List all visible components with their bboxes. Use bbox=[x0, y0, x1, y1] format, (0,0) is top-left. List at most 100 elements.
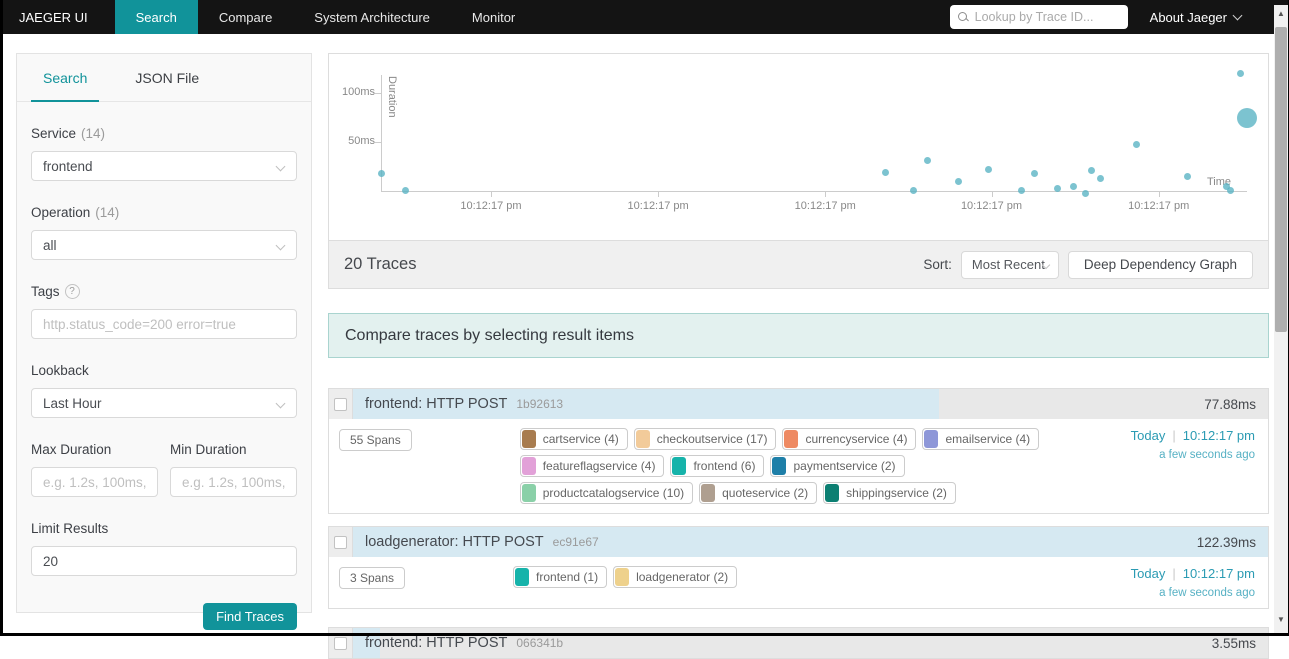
trace-scatter-point[interactable] bbox=[1054, 185, 1061, 192]
service-badges: frontend (1)loadgenerator (2) bbox=[513, 566, 1052, 588]
trace-checkbox-cell bbox=[329, 527, 353, 557]
trace-id: 066341b bbox=[516, 636, 563, 650]
nav-item-monitor[interactable]: Monitor bbox=[451, 0, 536, 34]
service-color-chip bbox=[522, 457, 536, 475]
sort-select[interactable]: Most Recent bbox=[961, 251, 1059, 279]
trace-result-card[interactable]: frontend: HTTP POST066341b 3.55ms bbox=[328, 627, 1269, 659]
trace-scatter-point[interactable] bbox=[1237, 70, 1244, 77]
trace-scatter-point[interactable] bbox=[1184, 173, 1191, 180]
service-badge: checkoutservice (17) bbox=[634, 428, 777, 450]
trace-scatter-point[interactable] bbox=[924, 157, 931, 164]
trace-time[interactable]: 10:12:17 pm bbox=[1183, 566, 1255, 581]
operation-label: Operation bbox=[31, 205, 90, 220]
service-badge: loadgenerator (2) bbox=[613, 566, 737, 588]
help-icon[interactable]: ? bbox=[65, 284, 80, 299]
lookback-select[interactable]: Last Hour bbox=[31, 388, 297, 418]
x-tick bbox=[1159, 191, 1160, 197]
jaeger-logo[interactable]: JAEGER UI bbox=[0, 0, 115, 34]
max-duration-input[interactable]: e.g. 1.2s, 100ms, 500us bbox=[31, 467, 158, 497]
operation-select[interactable]: all bbox=[31, 230, 297, 260]
trace-lookup-placeholder: Lookup by Trace ID... bbox=[975, 10, 1094, 24]
min-duration-input[interactable]: e.g. 1.2s, 100ms, 500us bbox=[170, 467, 297, 497]
service-color-chip bbox=[636, 430, 650, 448]
trace-scatter-point[interactable] bbox=[1082, 190, 1089, 197]
results-panel: Duration Time 100ms50ms10:12:17 pm10:12:… bbox=[328, 53, 1269, 289]
limit-results-input[interactable]: 20 bbox=[31, 546, 297, 576]
trace-relative-time: a few seconds ago bbox=[1112, 587, 1255, 599]
service-color-chip bbox=[772, 457, 786, 475]
service-select[interactable]: frontend bbox=[31, 151, 297, 181]
trace-card-header: loadgenerator: HTTP POSTec91e67 122.39ms bbox=[329, 527, 1268, 557]
x-tick-label: 10:12:17 pm bbox=[780, 200, 870, 212]
service-badge: cartservice (4) bbox=[520, 428, 628, 450]
trace-duration-bar[interactable]: loadgenerator: HTTP POSTec91e67 122.39ms bbox=[353, 527, 1268, 557]
limit-results-value: 20 bbox=[43, 554, 58, 569]
page-scrollbar[interactable]: ▲ ▼ bbox=[1274, 5, 1288, 633]
scroll-down-arrow-icon[interactable]: ▼ bbox=[1274, 613, 1288, 627]
trace-scatter-point[interactable] bbox=[1097, 175, 1104, 182]
trace-scatter-point[interactable] bbox=[378, 170, 385, 177]
lookback-label: Lookback bbox=[31, 363, 89, 378]
chevron-down-icon bbox=[276, 399, 286, 409]
trace-duration: 3.55ms bbox=[1212, 636, 1268, 651]
trace-select-checkbox[interactable] bbox=[334, 637, 347, 650]
scroll-up-arrow-icon[interactable]: ▲ bbox=[1274, 7, 1288, 21]
trace-lookup-input[interactable]: Lookup by Trace ID... bbox=[950, 5, 1128, 29]
trace-scatter-point[interactable] bbox=[402, 187, 409, 194]
trace-duration: 122.39ms bbox=[1197, 535, 1268, 550]
sort-label: Sort: bbox=[923, 257, 952, 272]
service-badge: currencyservice (4) bbox=[782, 428, 916, 450]
trace-select-checkbox[interactable] bbox=[334, 398, 347, 411]
service-color-chip bbox=[784, 430, 798, 448]
service-color-chip bbox=[522, 484, 536, 502]
trace-scatter-point[interactable] bbox=[955, 178, 962, 185]
trace-result-card[interactable]: frontend: HTTP POST1b92613 77.88ms 55 Sp… bbox=[328, 388, 1269, 514]
service-color-chip bbox=[924, 430, 938, 448]
nav-item-compare[interactable]: Compare bbox=[198, 0, 293, 34]
nav-item-system-architecture[interactable]: System Architecture bbox=[293, 0, 451, 34]
trace-scatter-point[interactable] bbox=[1237, 108, 1257, 128]
about-jaeger-menu[interactable]: About Jaeger bbox=[1150, 0, 1241, 34]
trace-scatter-point[interactable] bbox=[985, 166, 992, 173]
deep-dependency-graph-button[interactable]: Deep Dependency Graph bbox=[1068, 251, 1253, 279]
sidebar-tab-search[interactable]: Search bbox=[31, 54, 99, 101]
trace-duration-bar[interactable]: frontend: HTTP POST1b92613 77.88ms bbox=[353, 389, 1268, 419]
trace-scatter-point[interactable] bbox=[1018, 187, 1025, 194]
y-axis-title: Duration bbox=[386, 76, 398, 118]
scrollbar-thumb[interactable] bbox=[1275, 27, 1287, 332]
operation-select-value: all bbox=[43, 238, 57, 253]
nav-item-search[interactable]: Search bbox=[115, 0, 198, 34]
trace-scatter-point[interactable] bbox=[1031, 170, 1038, 177]
trace-date: Today bbox=[1131, 428, 1166, 443]
service-color-chip bbox=[825, 484, 839, 502]
search-icon bbox=[958, 12, 969, 23]
min-duration-placeholder: e.g. 1.2s, 100ms, 500us bbox=[182, 475, 285, 490]
find-traces-button[interactable]: Find Traces bbox=[203, 603, 297, 630]
trace-result-card[interactable]: loadgenerator: HTTP POSTec91e67 122.39ms… bbox=[328, 526, 1269, 609]
trace-scatter-point[interactable] bbox=[1133, 141, 1140, 148]
service-color-chip bbox=[615, 568, 629, 586]
max-duration-label: Max Duration bbox=[31, 442, 111, 457]
compare-traces-banner: Compare traces by selecting result items bbox=[328, 313, 1269, 358]
search-sidebar: Search JSON File Service(14) frontend Ope… bbox=[16, 53, 312, 613]
service-group: Service(14) frontend bbox=[31, 126, 297, 181]
search-results-main: Duration Time 100ms50ms10:12:17 pm10:12:… bbox=[328, 53, 1269, 659]
tags-input[interactable]: http.status_code=200 error=true bbox=[31, 309, 297, 339]
trace-time[interactable]: 10:12:17 pm bbox=[1183, 428, 1255, 443]
x-axis-line bbox=[381, 191, 1247, 192]
x-tick bbox=[658, 191, 659, 197]
x-tick-label: 10:12:17 pm bbox=[1114, 200, 1204, 212]
trace-scatter-point[interactable] bbox=[882, 169, 889, 176]
service-badge: paymentservice (2) bbox=[770, 455, 904, 477]
date-separator: | bbox=[1172, 428, 1175, 443]
trace-select-checkbox[interactable] bbox=[334, 536, 347, 549]
service-color-chip bbox=[515, 568, 529, 586]
x-tick bbox=[825, 191, 826, 197]
trace-title: frontend: HTTP POST1b92613 bbox=[365, 396, 563, 412]
trace-scatter-point[interactable] bbox=[1088, 167, 1095, 174]
nav-spacer bbox=[536, 0, 949, 34]
trace-scatter-point[interactable] bbox=[910, 187, 917, 194]
trace-scatter-point[interactable] bbox=[1070, 183, 1077, 190]
sidebar-tab-json-file[interactable]: JSON File bbox=[123, 54, 211, 101]
trace-scatter-point[interactable] bbox=[1227, 187, 1234, 194]
